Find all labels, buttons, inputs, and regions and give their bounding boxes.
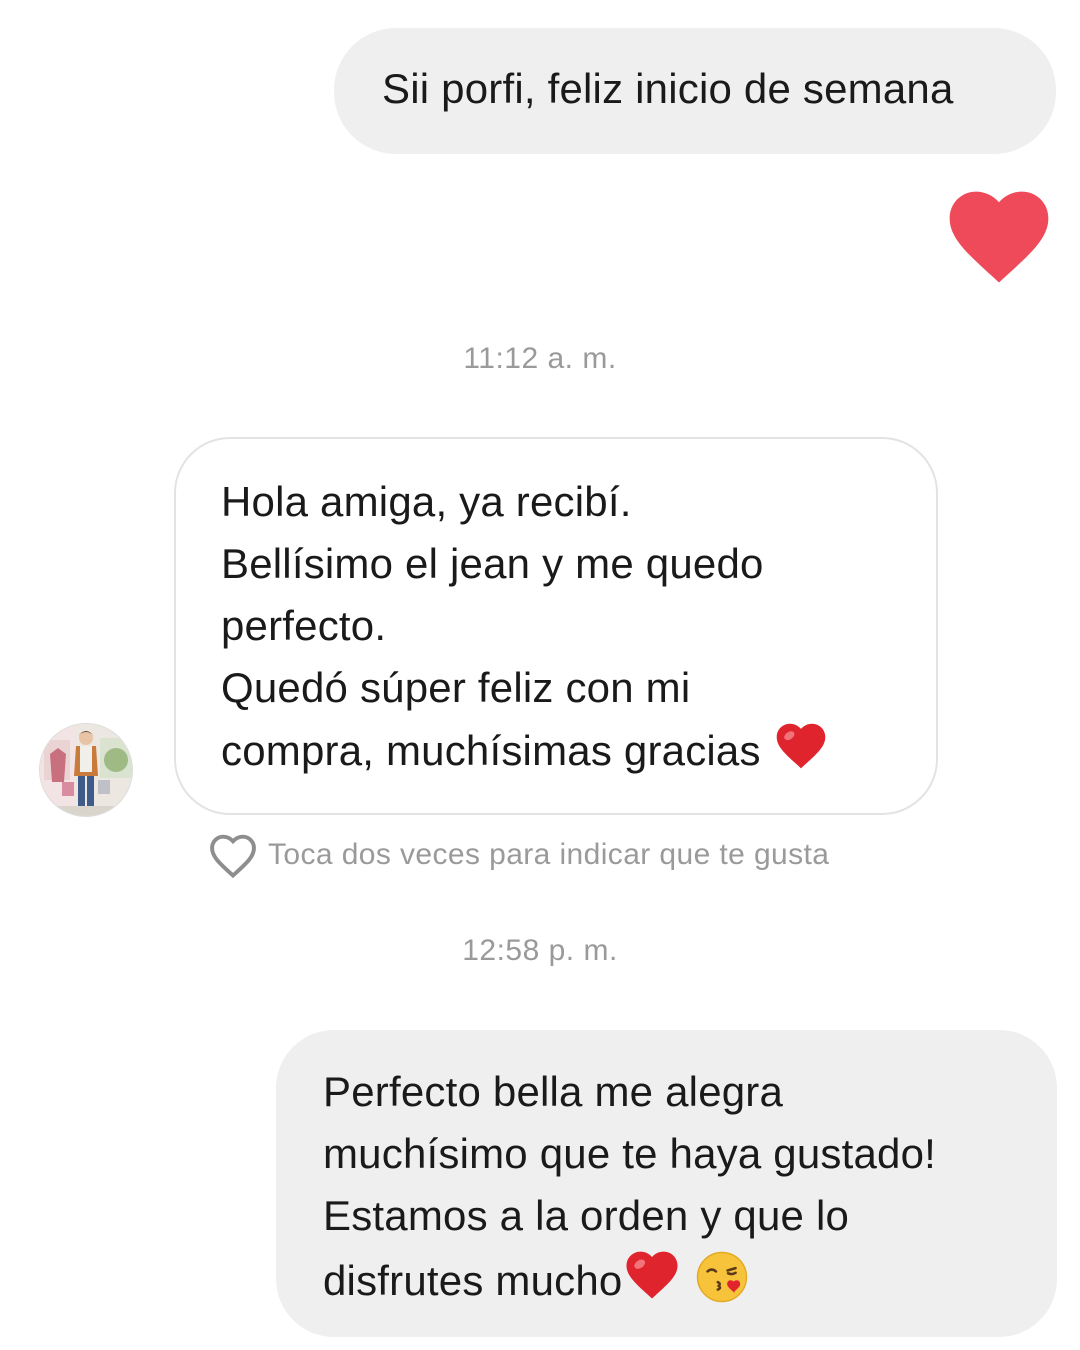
message-text-line: muchísimo que te haya gustado!: [323, 1130, 937, 1177]
heart-outline-icon: [210, 834, 256, 879]
heart-icon: [949, 191, 1049, 283]
message-bubble-sent[interactable]: Sii porfi, feliz inicio de semana: [334, 28, 1056, 154]
heart-reaction-icon[interactable]: [940, 180, 1058, 284]
contact-avatar[interactable]: [40, 724, 132, 816]
message-text: Sii porfi, feliz inicio de semana: [382, 65, 954, 112]
red-heart-emoji: [776, 723, 825, 769]
like-hint-text: Toca dos veces para indicar que te gusta: [268, 838, 830, 871]
message-bubble-sent[interactable]: Perfecto bella me alegra muchísimo que t…: [276, 1030, 1057, 1337]
message-text-line-with-emoji: compra, muchísimas gracias: [221, 719, 936, 782]
message-text-line: Hola amiga, ya recibí.: [221, 478, 632, 525]
message-text-line-with-emoji: disfrutes mucho: [323, 1247, 1057, 1312]
message-text-line: perfecto.: [221, 602, 387, 649]
avatar-illustration: [40, 724, 132, 816]
face-blowing-kiss-emoji: [697, 1251, 748, 1303]
double-tap-like-hint[interactable]: Toca dos veces para indicar que te gusta: [206, 830, 829, 880]
message-text-line: disfrutes mucho: [323, 1257, 623, 1304]
message-text-line: compra, muchísimas gracias: [221, 727, 761, 774]
message-text-line: Quedó súper feliz con mi: [221, 664, 691, 711]
red-heart-emoji: [626, 1251, 678, 1299]
timestamp: 12:58 p. m.: [462, 934, 618, 967]
message-text-line: Perfecto bella me alegra: [323, 1068, 784, 1115]
timestamp: 11:12 a. m.: [463, 342, 617, 375]
message-text-line: Bellísimo el jean y me quedo: [221, 540, 764, 587]
message-text-line: Estamos a la orden y que lo: [323, 1192, 850, 1239]
message-bubble-received[interactable]: Hola amiga, ya recibí. Bellísimo el jean…: [174, 437, 938, 815]
